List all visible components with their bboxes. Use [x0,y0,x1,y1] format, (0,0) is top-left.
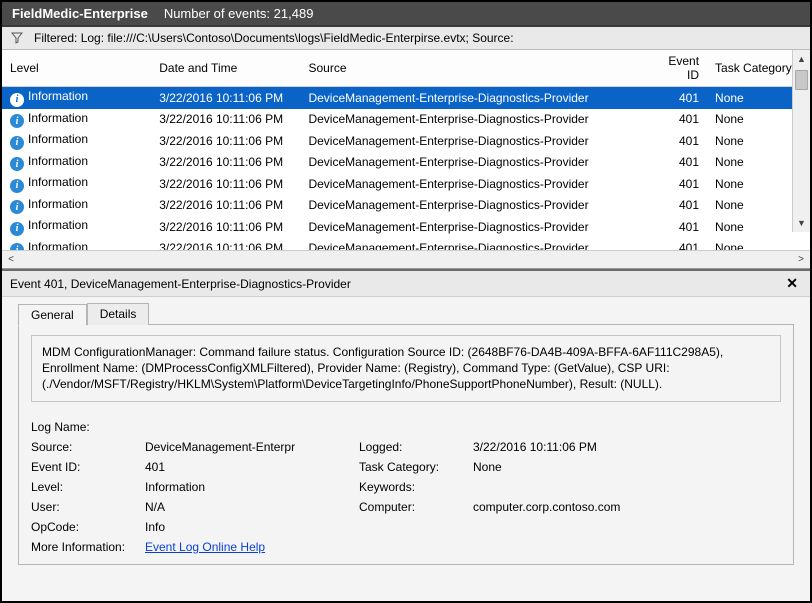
cell-datetime: 3/22/2016 10:11:06 PM [151,173,300,195]
information-icon: i [10,93,24,107]
title-bar: FieldMedic-Enterprise Number of events: … [2,2,810,27]
tab-general[interactable]: General [18,304,87,326]
cell-taskcat: None [707,238,810,251]
table-row[interactable]: iInformation3/22/2016 10:11:06 PMDeviceM… [2,238,810,251]
cell-source: DeviceManagement-Enterprise-Diagnostics-… [300,109,645,131]
information-icon: i [10,179,24,193]
information-icon: i [10,114,24,128]
level-label: Level: [31,480,141,494]
event-grid[interactable]: Level Date and Time Source Event ID Task… [2,50,810,250]
source-value: DeviceManagement-Enterpr [145,440,355,454]
cell-eventid: 401 [645,152,707,174]
information-icon: i [10,136,24,150]
cell-source: DeviceManagement-Enterprise-Diagnostics-… [300,152,645,174]
tab-panel-general: MDM ConfigurationManager: Command failur… [18,324,794,565]
cell-source: DeviceManagement-Enterprise-Diagnostics-… [300,195,645,217]
tab-details[interactable]: Details [87,303,150,325]
cell-source: DeviceManagement-Enterprise-Diagnostics-… [300,216,645,238]
filter-bar: Filtered: Log: file:///C:\Users\Contoso\… [2,27,810,50]
level-value: Information [145,480,355,494]
cell-eventid: 401 [645,109,707,131]
detail-pane-header: Event 401, DeviceManagement-Enterprise-D… [2,269,810,297]
col-datetime[interactable]: Date and Time [151,50,300,87]
table-row[interactable]: iInformation3/22/2016 10:11:06 PMDeviceM… [2,152,810,174]
cell-level: iInformation [2,109,151,131]
event-grid-container: Level Date and Time Source Event ID Task… [2,50,810,269]
cell-level: iInformation [2,130,151,152]
computer-label: Computer: [359,500,469,514]
filter-icon[interactable] [10,31,24,45]
scroll-down-icon[interactable]: ▼ [793,214,810,232]
table-row[interactable]: iInformation3/22/2016 10:11:06 PMDeviceM… [2,173,810,195]
cell-eventid: 401 [645,173,707,195]
cell-level: iInformation [2,195,151,217]
eventid-value: 401 [145,460,355,474]
cell-datetime: 3/22/2016 10:11:06 PM [151,109,300,131]
col-level[interactable]: Level [2,50,151,87]
cell-datetime: 3/22/2016 10:11:06 PM [151,152,300,174]
keywords-label: Keywords: [359,480,469,494]
moreinfo-label: More Information: [31,540,141,554]
cell-eventid: 401 [645,87,707,109]
detail-title: Event 401, DeviceManagement-Enterprise-D… [10,277,351,291]
scroll-right-icon[interactable]: > [792,251,810,269]
scroll-thumb[interactable] [795,70,808,90]
cell-source: DeviceManagement-Enterprise-Diagnostics-… [300,173,645,195]
opcode-label: OpCode: [31,520,141,534]
information-icon: i [10,200,24,214]
table-row[interactable]: iInformation3/22/2016 10:11:06 PMDeviceM… [2,216,810,238]
event-count: Number of events: 21,489 [164,6,314,21]
cell-level: iInformation [2,216,151,238]
scroll-up-icon[interactable]: ▲ [793,50,810,68]
cell-level: iInformation [2,238,151,251]
taskcat-value: None [473,460,703,474]
user-value: N/A [145,500,355,514]
cell-eventid: 401 [645,195,707,217]
table-row[interactable]: iInformation3/22/2016 10:11:06 PMDeviceM… [2,109,810,131]
information-icon: i [10,243,24,250]
vertical-scrollbar[interactable]: ▲ ▼ [792,50,810,232]
cell-eventid: 401 [645,130,707,152]
cell-eventid: 401 [645,216,707,238]
logged-value: 3/22/2016 10:11:06 PM [473,440,703,454]
cell-datetime: 3/22/2016 10:11:06 PM [151,195,300,217]
table-row[interactable]: iInformation3/22/2016 10:11:06 PMDeviceM… [2,87,810,109]
source-label: Source: [31,440,141,454]
computer-value: computer.corp.contoso.com [473,500,703,514]
table-row[interactable]: iInformation3/22/2016 10:11:06 PMDeviceM… [2,130,810,152]
cell-level: iInformation [2,173,151,195]
eventid-label: Event ID: [31,460,141,474]
cell-datetime: 3/22/2016 10:11:06 PM [151,87,300,109]
event-properties: Log Name: Source: DeviceManagement-Enter… [31,420,781,554]
table-row[interactable]: iInformation3/22/2016 10:11:06 PMDeviceM… [2,195,810,217]
detail-pane: General Details MDM ConfigurationManager… [2,297,810,601]
cell-datetime: 3/22/2016 10:11:06 PM [151,216,300,238]
cell-source: DeviceManagement-Enterprise-Diagnostics-… [300,130,645,152]
col-source[interactable]: Source [300,50,645,87]
information-icon: i [10,222,24,236]
cell-level: iInformation [2,87,151,109]
cell-eventid: 401 [645,238,707,251]
cell-level: iInformation [2,152,151,174]
log-title: FieldMedic-Enterprise [12,6,148,21]
user-label: User: [31,500,141,514]
cell-datetime: 3/22/2016 10:11:06 PM [151,130,300,152]
scroll-left-icon[interactable]: < [2,251,20,269]
col-eventid[interactable]: Event ID [645,50,707,87]
taskcat-label: Task Category: [359,460,469,474]
column-header-row[interactable]: Level Date and Time Source Event ID Task… [2,50,810,87]
cell-source: DeviceManagement-Enterprise-Diagnostics-… [300,238,645,251]
event-description[interactable]: MDM ConfigurationManager: Command failur… [31,335,781,402]
close-icon[interactable]: ✕ [782,275,802,292]
information-icon: i [10,157,24,171]
moreinfo-link[interactable]: Event Log Online Help [145,540,265,554]
filter-text: Filtered: Log: file:///C:\Users\Contoso\… [34,31,514,45]
opcode-value: Info [145,520,355,534]
logged-label: Logged: [359,440,469,454]
cell-datetime: 3/22/2016 10:11:06 PM [151,238,300,251]
horizontal-scrollbar[interactable]: < > [2,250,810,268]
detail-tabs: General Details [18,303,794,325]
cell-source: DeviceManagement-Enterprise-Diagnostics-… [300,87,645,109]
log-name-label: Log Name: [31,420,141,434]
